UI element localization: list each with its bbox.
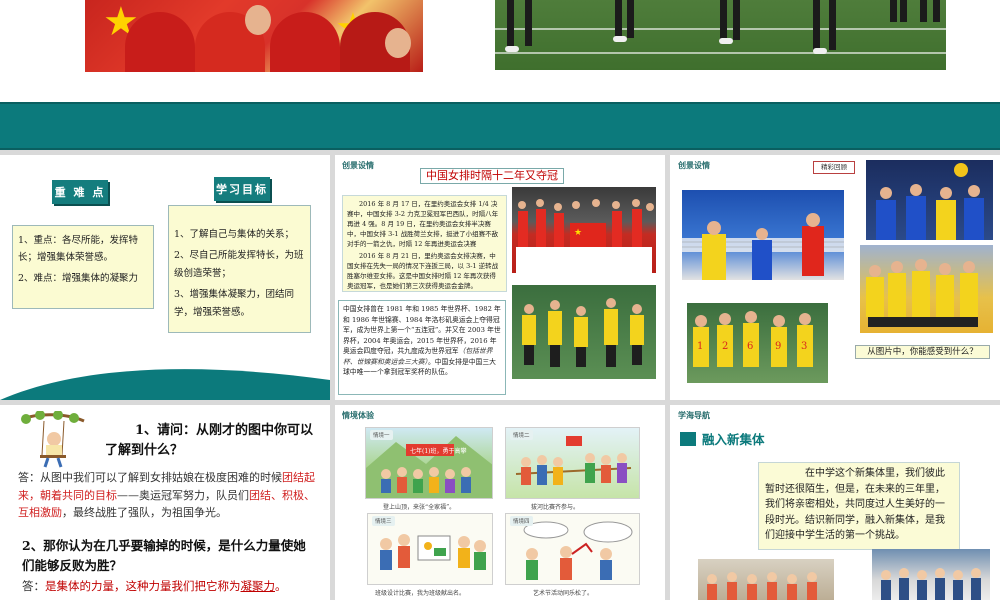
objective-item: 3、增强集体凝聚力，团结同学，增强荣誉感。 xyxy=(174,289,295,318)
key-points-box: 1、重点：各尽所能，发挥特长；增强集体荣誉感。 2、难点：增强集体的凝聚力 xyxy=(12,225,154,309)
answer-text: 答：从图中我们可以了解到女排姑娘在极度困难的时候 xyxy=(18,471,282,484)
scene-caption: 拔河比赛齐参与。 xyxy=(531,504,580,511)
answer-1: 答：从图中我们可以了解到女排姑娘在极度困难的时候团结起来，朝着共同的目标——奥运… xyxy=(18,469,318,522)
section-label: 学海导航 xyxy=(678,410,710,420)
section-label: 创景设情 xyxy=(342,160,374,170)
answer-2: 答：是集体的力量，这种力量我们把它称为凝聚力。 xyxy=(22,578,322,595)
key-term: 凝聚力 xyxy=(240,579,276,593)
svg-text:9: 9 xyxy=(775,341,781,352)
answer-text: ，最终战胜了强队，为祖国争光。 xyxy=(62,506,227,519)
question-1: 1、请问：从刚才的图中你可以了解到什么？ xyxy=(105,421,325,461)
story-text: 2016 年 8 月 21 日，里约奥运会女排决赛，中国女排在先失一局的情况下连… xyxy=(347,252,499,290)
spike-photo xyxy=(682,190,844,280)
svg-text:★: ★ xyxy=(574,228,582,238)
reflection-question: 从图片中，你能感受到什么？ xyxy=(855,345,990,359)
scenario-4-illustration: 情境四 xyxy=(505,513,640,585)
scene-caption: 艺术节活动同乐松了。 xyxy=(533,590,594,597)
subtitle: 融入新集体 xyxy=(680,429,765,448)
slide-highlights[interactable]: 创景设情 精彩回顾 1 2 6 9 3 从图片中，你能感受到什么？ xyxy=(670,155,1000,400)
team-huddle-photo xyxy=(860,245,993,333)
block-photo xyxy=(866,160,993,240)
team-flag-photo: ★ xyxy=(512,187,656,273)
history-paragraph: 中国女排曾在 1981 年和 1985 年世界杯、1982 年和 1986 年世… xyxy=(338,300,506,395)
class-photo-left xyxy=(698,559,834,600)
scene-tag: 情境三 xyxy=(372,516,395,526)
question-number: 1 xyxy=(135,423,145,438)
objective-item: 1、了解自己与集体的关系； xyxy=(174,229,295,240)
story-paragraph: 2016 年 8 月 17 日，在里约奥运会女排 1/4 决赛中，中国女排 3-… xyxy=(342,195,507,292)
answer-text: ——奥运冠军努力，队员们 xyxy=(117,488,249,502)
key-points-tag: 重 难 点 xyxy=(52,180,108,204)
scene-tag: 情境二 xyxy=(510,430,533,440)
team-line-photo: 1 2 6 9 3 xyxy=(687,303,828,383)
slide-key-points[interactable]: 重 难 点 学习目标 1、重点：各尽所能，发挥特长；增强集体荣誉感。 2、难点：… xyxy=(0,155,330,400)
slide-scenarios[interactable]: 情境体验 七年(1)班，勇于高攀 情境一 登上山顶，来张“全家福”。 情境二 拔… xyxy=(335,405,665,600)
scene-caption: 班级设计比赛，我为班级献出名。 xyxy=(375,590,466,597)
scene-caption: 登上山顶，来张“全家福”。 xyxy=(383,504,456,511)
svg-text:1: 1 xyxy=(697,341,703,352)
scenario-3-illustration: 情境三 xyxy=(367,513,493,585)
scenario-2-illustration: 情境二 xyxy=(505,427,640,499)
svg-text:3: 3 xyxy=(801,341,807,352)
svg-text:6: 6 xyxy=(747,341,753,352)
boy-on-swing-illustration xyxy=(21,411,85,468)
subtitle-text: 融入新集体 xyxy=(702,432,765,447)
key-point-item: 1、重点：各尽所能，发挥特长；增强集体荣誉感。 xyxy=(18,235,139,263)
key-point-item: 2、难点：增强集体的凝聚力 xyxy=(18,273,139,284)
slide-new-collective[interactable]: 学海导航 融入新集体 在中学这个新集体里，我们彼此暂时还很陌生，但是，在未来的三… xyxy=(670,405,1000,600)
question-2: 2、那你认为在几乎要输掉的时候，是什么力量使她们能够反败为胜？ xyxy=(22,538,306,573)
answer-text: 。 xyxy=(275,579,287,593)
class-banner: 七年(1)班，勇于高攀 xyxy=(410,447,467,455)
intro-paragraph: 在中学这个新集体里，我们彼此暂时还很陌生，但是，在未来的三年里，我们将亲密相处，… xyxy=(758,462,960,550)
marching-athletes-photo xyxy=(495,0,946,70)
story-text: 2016 年 8 月 17 日，在里约奥运会女排 1/4 决赛中，中国女排 3-… xyxy=(347,200,499,248)
class-photo-right xyxy=(872,549,990,600)
slide-title: 中国女排时隔十二年又夺冠 xyxy=(420,168,564,184)
slide-volleyball-story[interactable]: 创景设情 中国女排时隔十二年又夺冠 2016 年 8 月 17 日，在里约奥运会… xyxy=(335,155,665,400)
square-bullet-icon xyxy=(680,432,696,446)
slide-questions[interactable]: 1、请问：从刚才的图中你可以了解到什么？ 答：从图中我们可以了解到女排姑娘在极度… xyxy=(0,405,330,600)
answer-text: 答： xyxy=(22,579,45,593)
objective-item: 2、尽自己所能发挥特长，为班级创造荣誉； xyxy=(174,250,304,279)
answer-highlight: 是集体的力量，这种力量我们把它称为 xyxy=(45,579,241,593)
section-banner xyxy=(0,102,1000,150)
scene-tag: 情境四 xyxy=(510,516,533,526)
objectives-box: 1、了解自己与集体的关系； 2、尽自己所能发挥特长，为班级创造荣誉； 3、增强集… xyxy=(168,205,311,333)
decorative-swoosh xyxy=(0,364,330,400)
svg-text:2: 2 xyxy=(722,341,728,352)
team-celebration-photo: ★ ★ xyxy=(85,0,423,72)
scenario-1-illustration: 七年(1)班，勇于高攀 情境一 xyxy=(365,427,493,499)
section-label: 情境体验 xyxy=(342,410,374,420)
section-label: 创景设情 xyxy=(678,160,710,170)
players-court-photo xyxy=(512,285,656,379)
scene-tag: 情境一 xyxy=(370,430,393,440)
highlights-tag: 精彩回顾 xyxy=(813,161,855,174)
objectives-tag: 学习目标 xyxy=(214,177,270,201)
